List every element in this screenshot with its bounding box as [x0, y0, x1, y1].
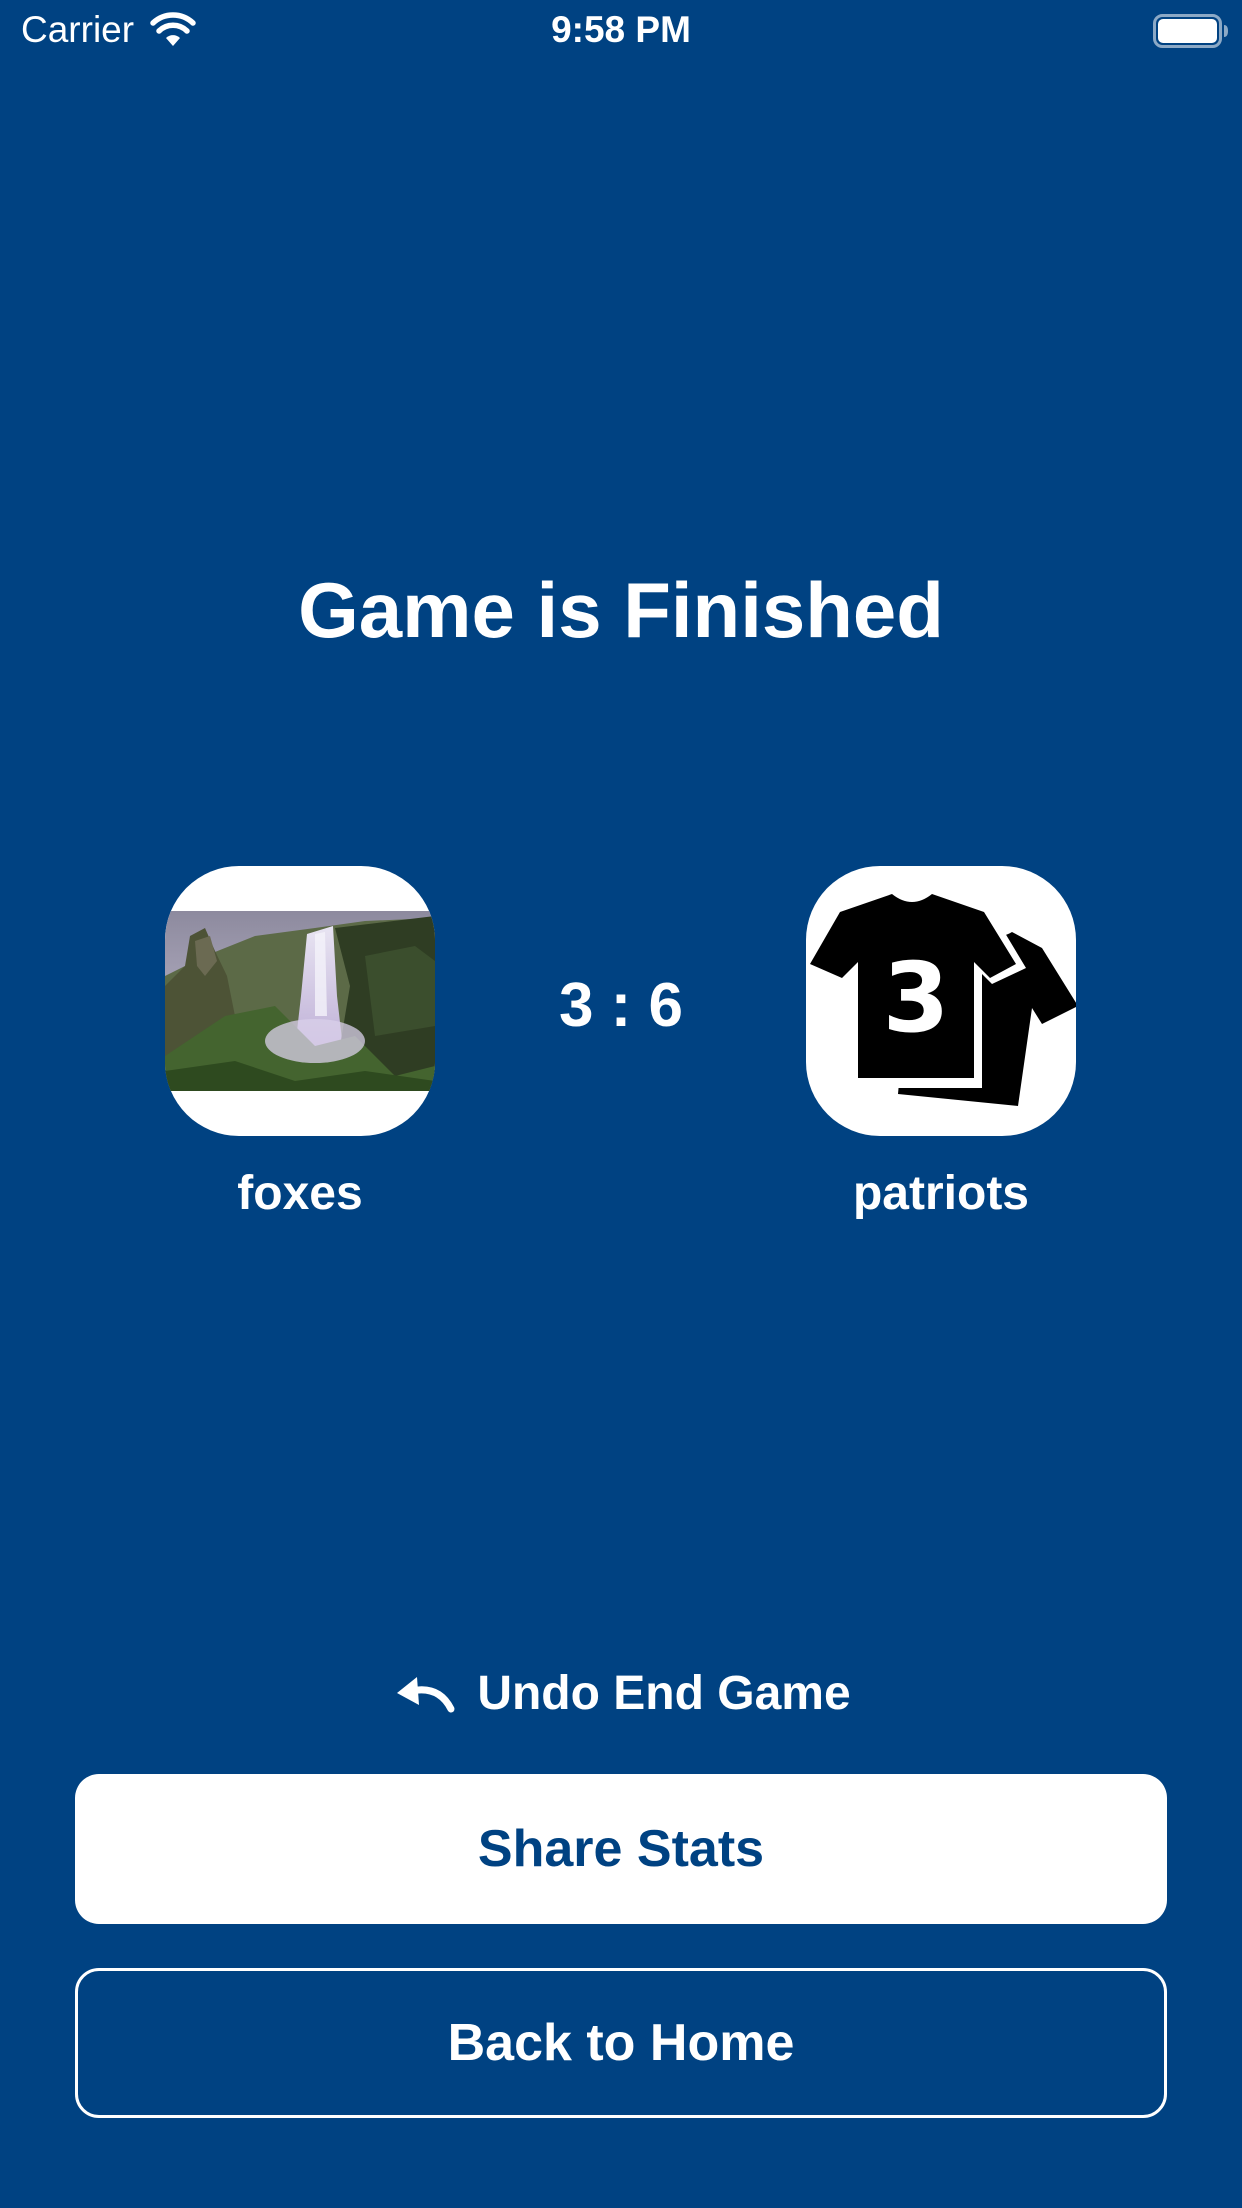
battery-full-icon	[1153, 14, 1228, 48]
jersey-number: 3	[883, 942, 950, 1054]
share-stats-button[interactable]: Share Stats	[75, 1774, 1167, 1924]
page-title: Game is Finished	[298, 566, 944, 654]
away-team-name: patriots	[852, 1167, 1029, 1220]
jersey-number-3-icon: 3	[806, 886, 1076, 1106]
home-team-logo	[165, 866, 435, 1136]
score-display: 3 : 6	[558, 971, 684, 1040]
back-to-home-label: Back to Home	[447, 2014, 795, 2072]
status-bar: Carrier 9:58 PM	[0, 0, 1242, 62]
status-time: 9:58 PM	[551, 9, 691, 50]
home-team-name: foxes	[237, 1167, 363, 1220]
undo-end-game-label: Undo End Game	[477, 1667, 851, 1720]
back-to-home-button[interactable]: Back to Home	[75, 1968, 1167, 2118]
undo-end-game-button[interactable]: Undo End Game	[0, 1660, 1242, 1728]
share-stats-label: Share Stats	[477, 1820, 765, 1878]
waterfall-photo	[165, 911, 435, 1091]
undo-arrow-icon	[397, 1677, 455, 1713]
away-team-logo: 3	[806, 866, 1076, 1136]
